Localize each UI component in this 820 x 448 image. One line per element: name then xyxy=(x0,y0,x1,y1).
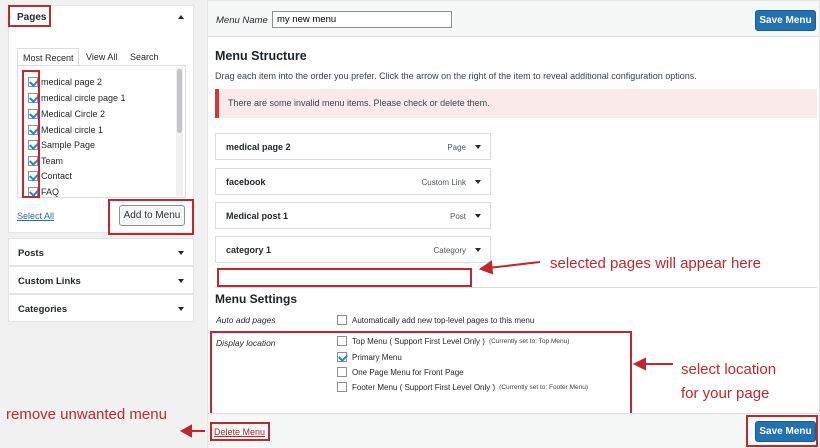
annotation-arrows xyxy=(179,260,673,438)
annotation-selected-pages: selected pages will appear here xyxy=(550,255,761,272)
arrowhead-icon xyxy=(179,424,192,438)
arrowhead-icon xyxy=(632,357,646,371)
annotation-remove-menu: remove unwanted menu xyxy=(6,406,167,423)
arrow-selected-pages xyxy=(487,261,541,269)
annotation-select-location-2: for your page xyxy=(681,385,770,402)
arrowhead-icon xyxy=(478,260,494,275)
annotation-select-location-1: select location xyxy=(681,361,777,378)
